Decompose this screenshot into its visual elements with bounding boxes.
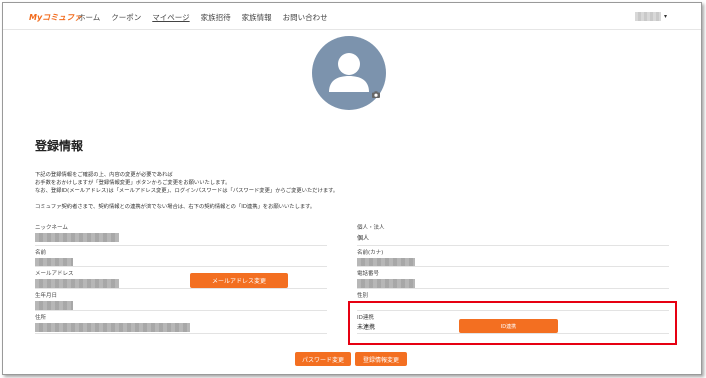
instruction-text: 下記の登録情報をご確認の上、内容の変更が必要であれば お手数をおかけしますが「登… (35, 171, 338, 211)
divider (35, 245, 327, 246)
field-gender: 性別 (357, 288, 669, 299)
user-menu[interactable]: ▾ (635, 12, 667, 21)
nav-family-invite[interactable]: 家族招待 (201, 12, 231, 23)
logo[interactable]: Myコミュファ (29, 12, 82, 23)
user-name-redacted (635, 12, 661, 21)
field-address: 住所 (35, 310, 327, 332)
field-label: ニックネーム (35, 225, 68, 231)
field-name-kana: 名前(カナ) (357, 245, 669, 267)
field-label: 性別 (357, 293, 369, 299)
nav-family-info[interactable]: 家族情報 (242, 12, 272, 23)
field-name: 名前 (35, 245, 327, 267)
nav-mypage[interactable]: マイページ (152, 12, 189, 23)
nav-contact[interactable]: お問い合わせ (283, 12, 328, 23)
field-label: 名前(カナ) (357, 250, 384, 256)
password-change-button[interactable]: パスワード変更 (295, 352, 351, 366)
divider (35, 333, 327, 334)
field-label: 住所 (35, 315, 47, 321)
redacted-value (35, 301, 73, 310)
field-label: 電話番号 (357, 271, 380, 277)
email-change-button[interactable]: メールアドレス変更 (190, 273, 288, 288)
page-title: 登録情報 (35, 139, 84, 153)
note-line: コミュファ契約者さまで、契約情報との連携が済でない場合は、右下の契約情報との「I… (35, 204, 316, 210)
note-line (35, 195, 338, 203)
note-line: なお、登録ID(メールアドレス)は「メールアドレス変更」、ログインパスワードは「… (35, 188, 339, 194)
divider (357, 288, 669, 289)
field-label: 個人・法人 (357, 225, 385, 231)
highlight-box (348, 301, 677, 345)
camera-icon[interactable] (372, 91, 380, 100)
field-birthday: 生年月日 (35, 288, 327, 310)
field-phone: 電話番号 (357, 266, 669, 288)
chevron-down-icon: ▾ (664, 13, 668, 20)
field-nickname: ニックネーム (35, 223, 327, 242)
field-label: 生年月日 (35, 293, 58, 299)
divider (357, 245, 669, 246)
nav-coupon[interactable]: クーポン (111, 12, 141, 23)
nav-home[interactable]: ホーム (78, 12, 100, 23)
note-line: 下記の登録情報をご確認の上、内容の変更が必要であれば (35, 172, 173, 178)
divider (357, 266, 669, 267)
profile-change-button[interactable]: 登録情報変更 (355, 352, 407, 366)
account-type-value: 個人 (357, 235, 370, 242)
top-nav: Myコミュファ ホーム クーポン マイページ 家族招待 家族情報 お問い合わせ … (3, 3, 701, 30)
redacted-value (35, 279, 119, 288)
redacted-value (35, 233, 119, 242)
nav-menu: ホーム クーポン マイページ 家族招待 家族情報 お問い合わせ (78, 12, 339, 23)
field-account-type: 個人・法人 個人 (357, 223, 669, 242)
redacted-value (357, 279, 415, 288)
note-line: お手数をおかけしますが「登録情報変更」ボタンからご変更をお願いいたします。 (35, 180, 231, 186)
page-frame: Myコミュファ ホーム クーポン マイページ 家族招待 家族情報 お問い合わせ … (2, 2, 702, 375)
divider (35, 266, 327, 267)
divider (35, 288, 327, 289)
field-label: 名前 (35, 250, 47, 256)
divider (35, 310, 327, 311)
redacted-value (35, 323, 190, 332)
